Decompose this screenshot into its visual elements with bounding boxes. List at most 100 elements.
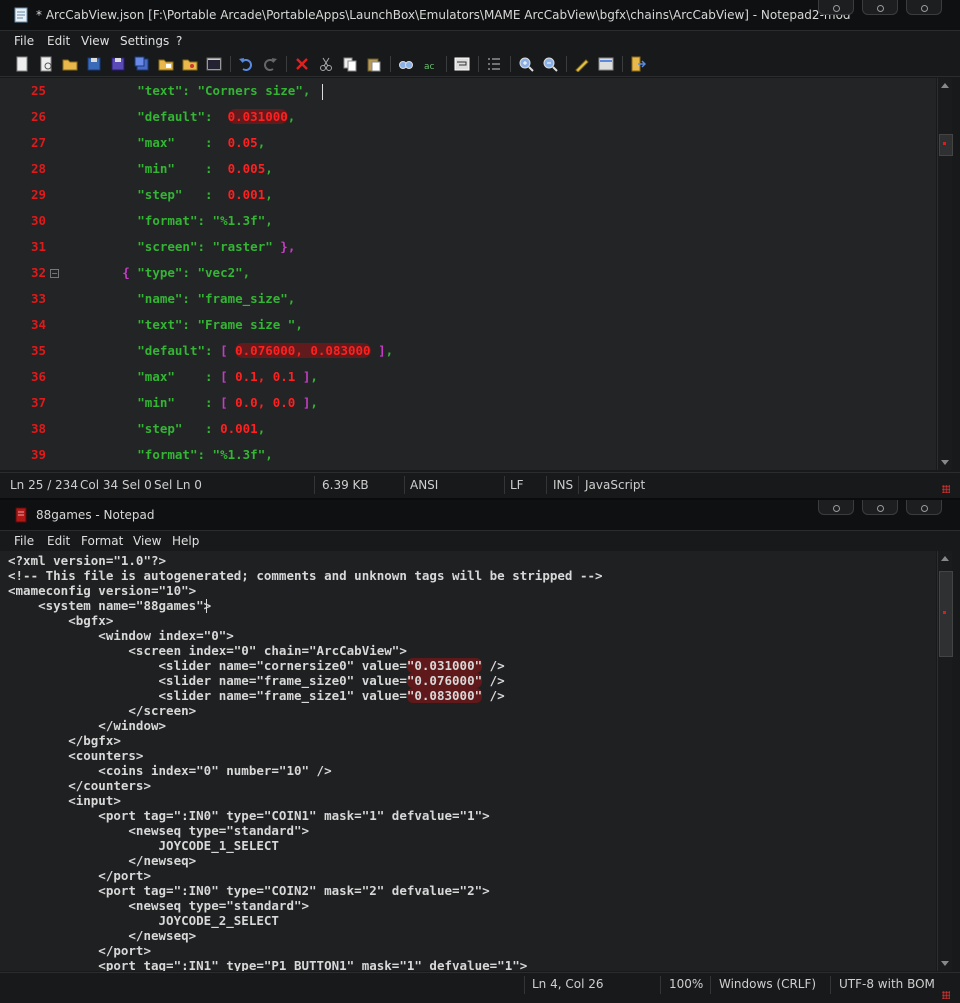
scroll-up-icon[interactable] (941, 556, 949, 561)
status-bar: Ln 25 / 234 Col 34 Sel 0 Sel Ln 0 6.39 K… (0, 472, 960, 497)
scroll-marker (943, 611, 946, 614)
favorites-icon[interactable] (182, 56, 198, 72)
code-token: : (197, 239, 213, 254)
code-editor[interactable]: 25 26 27 28 29 30 31 32− 33 34 35 36 37 38 39 "text": … (0, 78, 936, 470)
delete-icon[interactable] (294, 56, 310, 72)
word-wrap-icon[interactable] (454, 56, 470, 72)
menu-format[interactable]: Format (81, 534, 123, 548)
maximize-icon (876, 505, 884, 512)
status-column: Col 34 (80, 478, 119, 492)
toolbar-separator (510, 56, 511, 72)
scroll-up-icon[interactable] (941, 83, 949, 88)
status-insert-mode[interactable]: INS (553, 478, 573, 492)
menu-file[interactable]: File (14, 34, 34, 48)
save-copy-icon[interactable] (134, 56, 150, 72)
status-divider (524, 976, 525, 994)
code-line: "default": [ 0.076000, 0.083000 ], (62, 343, 393, 358)
code-token: : (197, 447, 213, 462)
scroll-thumb[interactable] (939, 134, 953, 156)
run-icon[interactable] (206, 56, 222, 72)
browse-icon[interactable] (158, 56, 174, 72)
close-button[interactable] (906, 500, 942, 515)
text-line: <!-- This file is autogenerated; comment… (8, 568, 603, 583)
code-token: : (205, 343, 221, 358)
scheme-icon[interactable] (574, 56, 590, 73)
highlighted-value: "0.076000" (406, 673, 483, 688)
scroll-down-icon[interactable] (941, 961, 949, 966)
text-cursor (206, 599, 207, 613)
text-scrollbar[interactable] (937, 551, 953, 971)
text-line: </newseq> (8, 853, 197, 868)
open-folder-icon[interactable] (62, 56, 78, 72)
redo-icon[interactable] (262, 56, 278, 72)
maximize-button[interactable] (862, 0, 898, 15)
resize-grip-icon[interactable] (942, 485, 950, 493)
line-number: 30 (30, 213, 46, 228)
text-line: </window> (8, 718, 167, 733)
status-bar: Ln 4, Col 26 100% Windows (CRLF) UTF-8 w… (0, 972, 960, 1003)
code-line: "default": 0.031000, (62, 109, 295, 124)
open-icon[interactable] (38, 56, 54, 72)
status-lexer[interactable]: JavaScript (585, 478, 645, 492)
scroll-thumb[interactable] (939, 571, 953, 657)
paste-icon[interactable] (366, 56, 382, 72)
code-token: [ (220, 369, 236, 384)
zoom-out-icon[interactable] (542, 56, 558, 72)
menu-edit[interactable]: Edit (47, 534, 70, 548)
code-token: "%1.3f" (212, 447, 266, 462)
menu-view[interactable]: View (133, 534, 161, 548)
cut-icon[interactable] (318, 56, 334, 72)
text-area[interactable]: <?xml version="1.0"?> <!-- This file is a… (0, 551, 936, 971)
maximize-button[interactable] (862, 500, 898, 515)
status-encoding[interactable]: ANSI (410, 478, 438, 492)
scroll-down-icon[interactable] (941, 460, 949, 465)
menu-settings[interactable]: Settings (120, 34, 169, 48)
status-eol[interactable]: LF (510, 478, 524, 492)
copy-icon[interactable] (342, 56, 358, 72)
resize-grip-icon[interactable] (942, 991, 950, 999)
editor-scrollbar[interactable] (937, 78, 953, 470)
status-divider (546, 476, 547, 494)
code-token: , (242, 265, 251, 280)
undo-icon[interactable] (238, 56, 254, 72)
scroll-marker (943, 142, 946, 145)
notepad-app-icon (15, 507, 27, 523)
code-line: "format": "%1.3f", (62, 447, 273, 462)
menu-help[interactable]: ? (176, 34, 182, 48)
menu-edit[interactable]: Edit (47, 34, 70, 48)
code-token: "max" (137, 135, 175, 150)
minimize-button[interactable] (818, 500, 854, 515)
code-line: "text": "Frame size ", (62, 317, 303, 332)
replace-icon[interactable]: ac (422, 56, 438, 72)
fold-toggle-icon[interactable]: − (50, 269, 59, 278)
close-button[interactable] (906, 0, 942, 15)
code-token: [ (220, 343, 236, 358)
zoom-in-icon[interactable] (518, 56, 534, 72)
line-numbers-icon[interactable] (486, 56, 502, 72)
code-token: "format" (137, 447, 198, 462)
title-bar[interactable]: * ArcCabView.json [F:\Portable Arcade\Po… (0, 0, 960, 31)
title-bar[interactable]: 88games - Notepad (0, 500, 960, 531)
customize-icon[interactable] (598, 56, 614, 72)
text-line: <port tag=":IN0" type="COIN1" mask="1" d… (8, 808, 490, 823)
status-divider (710, 976, 711, 994)
menu-help[interactable]: Help (172, 534, 199, 548)
find-icon[interactable] (398, 56, 414, 72)
save-icon[interactable] (86, 56, 102, 72)
close-icon (920, 505, 928, 512)
menu-view[interactable]: View (81, 34, 109, 48)
code-token: , (302, 83, 311, 98)
save-as-icon[interactable] (110, 56, 126, 72)
new-icon[interactable] (14, 56, 30, 72)
menu-file[interactable]: File (14, 534, 34, 548)
minimize-button[interactable] (818, 0, 854, 15)
toolbar-separator (622, 56, 623, 72)
toolbar-separator (390, 56, 391, 72)
exit-icon[interactable] (630, 56, 647, 72)
code-token: 0.001 (227, 187, 266, 202)
code-line: "min" : [ 0.0, 0.0 ], (62, 395, 318, 410)
